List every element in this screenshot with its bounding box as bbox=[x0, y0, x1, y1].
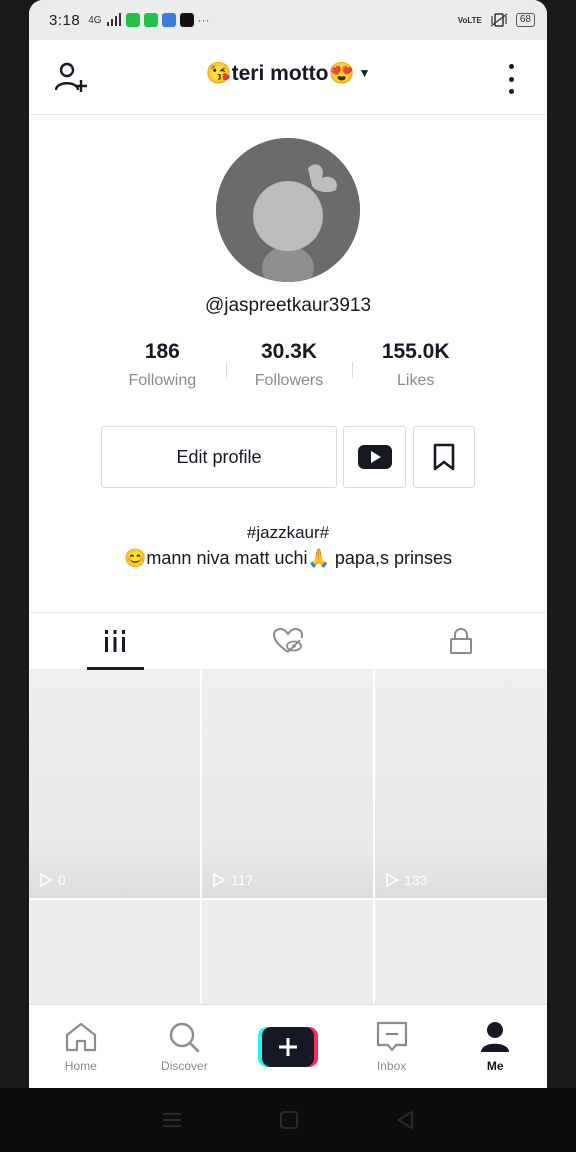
create-plus-icon bbox=[257, 1027, 318, 1067]
youtube-icon bbox=[357, 445, 392, 469]
tab-videos[interactable] bbox=[29, 613, 202, 670]
whatsapp-business-icon bbox=[143, 13, 158, 27]
whatsapp-icon bbox=[125, 13, 140, 27]
home-square-icon[interactable] bbox=[279, 1110, 299, 1130]
inbox-icon bbox=[376, 1021, 407, 1052]
view-count-value: 0 bbox=[58, 872, 66, 888]
stat-likes[interactable]: 155.0K Likes bbox=[352, 340, 479, 402]
grid-videos-icon bbox=[105, 630, 126, 652]
lock-icon bbox=[449, 627, 472, 654]
app-window: 3:18 4G ··· VoLTE 68 😘teri motto😍 ▼ @jas… bbox=[29, 0, 547, 1088]
view-count-value: 133 bbox=[404, 872, 428, 888]
page-title: 😘teri motto😍 bbox=[205, 62, 355, 85]
edit-profile-button[interactable]: Edit profile bbox=[101, 426, 337, 488]
view-count: 0 bbox=[39, 872, 66, 888]
content-tabs bbox=[29, 612, 547, 670]
stat-value: 30.3K bbox=[260, 340, 318, 363]
recent-apps-icon[interactable] bbox=[161, 1111, 183, 1129]
nav-inbox[interactable]: Inbox bbox=[340, 1005, 444, 1088]
account-switcher[interactable]: 😘teri motto😍 ▼ bbox=[29, 62, 547, 86]
home-icon bbox=[65, 1022, 96, 1052]
nav-create[interactable] bbox=[236, 1005, 340, 1088]
bottom-navigation: Home Discover Inbox Me bbox=[29, 1004, 547, 1088]
bio-line: #jazzkaur# bbox=[246, 523, 330, 542]
nav-label: Inbox bbox=[376, 1059, 407, 1073]
vibrate-icon bbox=[490, 13, 508, 27]
profile-stats: 186 Following 30.3K Followers 155.0K Lik… bbox=[99, 340, 479, 402]
nav-me[interactable]: Me bbox=[443, 1005, 547, 1088]
video-thumbnail[interactable] bbox=[202, 900, 373, 1006]
search-icon bbox=[170, 1022, 200, 1053]
stat-following[interactable]: 186 Following bbox=[99, 340, 226, 402]
avatar[interactable] bbox=[216, 138, 360, 282]
bio-line: 😊mann niva matt uchi🙏 papa,s prinses bbox=[124, 548, 452, 568]
status-right: VoLTE 68 bbox=[458, 13, 535, 27]
video-thumbnail[interactable]: 117 bbox=[202, 670, 373, 898]
tiktok-notification-icon bbox=[179, 13, 194, 27]
screen: 3:18 4G ··· VoLTE 68 😘teri motto😍 ▼ @jas… bbox=[0, 0, 576, 1152]
bookmark-icon bbox=[433, 443, 455, 471]
signal-icon: 4G bbox=[88, 14, 102, 26]
system-navigation bbox=[0, 1088, 576, 1152]
view-count: 133 bbox=[385, 872, 427, 888]
volte-label: VoLTE bbox=[457, 15, 482, 25]
view-count-value: 117 bbox=[231, 872, 254, 888]
video-thumbnail[interactable]: 0 bbox=[29, 670, 200, 898]
more-options-button[interactable] bbox=[501, 64, 521, 94]
more-dot-icon bbox=[508, 76, 514, 82]
battery-indicator: 68 bbox=[515, 13, 535, 27]
edit-profile-label: Edit profile bbox=[176, 446, 262, 467]
liked-hidden-icon bbox=[272, 627, 304, 653]
more-dot-icon bbox=[508, 89, 514, 94]
nav-label: Home bbox=[64, 1059, 97, 1073]
caret-down-icon: ▼ bbox=[358, 66, 371, 80]
play-icon bbox=[40, 872, 53, 888]
more-notifications-icon: ··· bbox=[197, 13, 210, 27]
tab-private[interactable] bbox=[374, 613, 547, 669]
stat-label: Following bbox=[128, 372, 197, 389]
nav-label: Discover bbox=[161, 1059, 208, 1073]
back-triangle-icon[interactable] bbox=[395, 1110, 415, 1130]
view-count: 117 bbox=[212, 872, 253, 888]
app-notification-icon bbox=[161, 13, 176, 27]
nav-discover[interactable]: Discover bbox=[133, 1005, 237, 1088]
stat-value: 186 bbox=[144, 340, 180, 363]
stat-value: 155.0K bbox=[381, 340, 450, 363]
youtube-button[interactable] bbox=[343, 426, 406, 488]
nav-home[interactable]: Home bbox=[29, 1005, 133, 1088]
status-bar: 3:18 4G ··· VoLTE 68 bbox=[29, 0, 547, 40]
play-icon bbox=[386, 872, 399, 888]
stat-label: Likes bbox=[397, 372, 435, 389]
stat-followers[interactable]: 30.3K Followers bbox=[225, 340, 353, 402]
favorites-button[interactable] bbox=[413, 426, 475, 488]
play-icon bbox=[213, 872, 226, 888]
tab-liked[interactable] bbox=[202, 613, 375, 669]
video-thumbnail[interactable] bbox=[29, 900, 200, 1006]
profile-icon bbox=[481, 1022, 510, 1052]
signal-bars-icon bbox=[106, 13, 121, 26]
status-icons: 4G ··· bbox=[88, 13, 210, 27]
stat-label: Followers bbox=[254, 372, 324, 389]
status-time: 3:18 bbox=[49, 11, 81, 29]
video-thumbnail[interactable] bbox=[375, 900, 547, 1006]
nav-label: Me bbox=[486, 1059, 504, 1073]
profile-header: 😘teri motto😍 ▼ bbox=[29, 40, 547, 115]
username: @jaspreetkaur3913 bbox=[204, 295, 372, 316]
video-grid: 0 117 133 bbox=[29, 670, 547, 1006]
default-avatar-icon bbox=[216, 138, 360, 282]
more-dot-icon bbox=[508, 64, 514, 69]
video-thumbnail[interactable]: 133 bbox=[375, 670, 547, 898]
